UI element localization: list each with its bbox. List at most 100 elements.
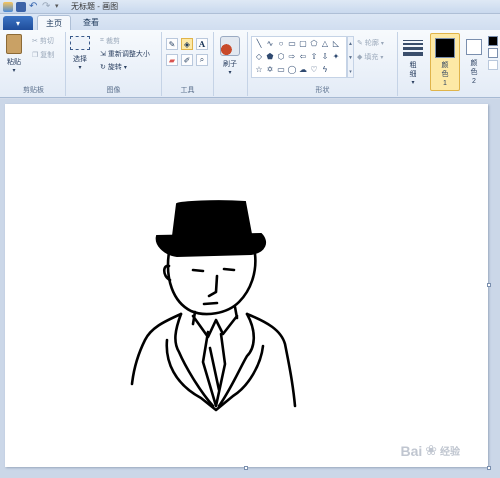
resize-label: 重新调整大小 (107, 51, 150, 58)
watermark: Bai ❀ 经验 (400, 442, 460, 459)
redo-icon[interactable]: ↷ (42, 1, 52, 12)
crop-button[interactable]: ⌗ 裁剪 (100, 36, 120, 46)
hexagon-shape-icon[interactable]: ⬡ (276, 52, 286, 61)
eraser-icon[interactable]: ▰ (166, 54, 178, 66)
paint-app-icon[interactable] (3, 1, 13, 12)
down-arrow-shape-icon[interactable]: ⇩ (320, 52, 330, 61)
four-point-star-shape-icon[interactable]: ✦ (331, 52, 341, 61)
curve-shape-icon[interactable]: ∿ (265, 39, 275, 48)
cut-button[interactable]: ✂ 剪切 (32, 36, 54, 46)
left-arrow-shape-icon[interactable]: ⇦ (298, 52, 308, 61)
drawing-canvas[interactable]: Bai ❀ 经验 (5, 104, 488, 467)
file-menu-label: ▾ (15, 18, 20, 28)
line-shape-icon[interactable]: ╲ (254, 39, 264, 48)
quick-access-toolbar: ↶ ↷ ▾ (0, 1, 65, 12)
rotate-icon: ↻ (100, 64, 106, 71)
tab-home-label: 主页 (46, 18, 62, 28)
ribbon-tabs: ▾ 主页 查看 (0, 14, 500, 30)
select-button[interactable]: 选择 ▾ (70, 36, 90, 71)
resize-handle-corner[interactable] (487, 466, 491, 470)
file-menu-button[interactable]: ▾ (3, 16, 33, 30)
cut-label: 剪切 (39, 38, 54, 45)
scissors-icon: ✂ (32, 38, 38, 45)
undo-icon[interactable]: ↶ (29, 1, 39, 12)
resize-handle-right[interactable] (487, 283, 491, 287)
tab-view-label: 查看 (83, 18, 99, 27)
polygon-shape-icon[interactable]: ⬠ (309, 39, 319, 48)
shapes-group: ╲ ∿ ○ ▭ ▢ ⬠ △ ◺ ◇ ⬟ ⬡ ⇨ ⇦ ⇧ ⇩ ✦ ☆ ✡ ▭ ◯ … (248, 32, 398, 96)
brushes-button[interactable]: 刷子 ▾ (220, 36, 240, 76)
color2-label: 颜色 2 (470, 60, 478, 85)
outline-button[interactable]: ✎ 轮廓 ▾ (357, 38, 384, 48)
fill-bucket-icon[interactable]: ◈ (181, 38, 193, 50)
diamond-shape-icon[interactable]: ◇ (254, 52, 264, 61)
gallery-expand-icon[interactable]: ▾ (348, 65, 353, 79)
six-point-star-shape-icon[interactable]: ✡ (265, 65, 275, 74)
five-point-star-shape-icon[interactable]: ☆ (254, 65, 264, 74)
oval-shape-icon[interactable]: ○ (276, 39, 286, 48)
brush-icon (220, 36, 240, 56)
window-title: 无标题 - 画图 (71, 2, 119, 11)
palette-swatch-white[interactable] (488, 48, 498, 58)
paw-icon: ❀ (425, 442, 437, 458)
up-arrow-shape-icon[interactable]: ⇧ (309, 52, 319, 61)
scroll-up-icon[interactable]: ▲ (348, 37, 353, 51)
paste-button[interactable]: 粘贴 ▾ (6, 34, 22, 74)
title-bar: ↶ ↷ ▾ 无标题 - 画图 (0, 0, 500, 14)
scroll-down-icon[interactable]: ▼ (348, 51, 353, 65)
pencil-icon[interactable]: ✎ (166, 38, 178, 50)
color2-swatch (466, 39, 482, 55)
shapes-scroll[interactable]: ▲ ▼ ▾ (347, 36, 354, 78)
ribbon: 粘贴 ▾ ✂ 剪切 ❐ 复制 剪贴板 选择 ▾ ⌗ 裁剪 ⇲ 重新调整大小 ↻ 旋转 ▾ 图… (0, 30, 500, 98)
right-arrow-shape-icon[interactable]: ⇨ (287, 52, 297, 61)
text-tool-icon[interactable]: A (196, 38, 208, 50)
cloud-callout-shape-icon[interactable]: ☁ (298, 65, 308, 74)
chevron-down-icon: ▾ (380, 40, 384, 47)
chevron-down-icon: ▾ (12, 68, 16, 74)
tools-group: ✎ ◈ A ▰ ✐ ⌕ 工具 (162, 32, 214, 96)
chevron-down-icon[interactable]: ▾ (55, 2, 65, 12)
rounded-callout-shape-icon[interactable]: ▭ (276, 65, 286, 74)
rectangle-shape-icon[interactable]: ▭ (287, 39, 297, 48)
tab-view[interactable]: 查看 (75, 15, 107, 30)
resize-handle-bottom[interactable] (244, 466, 248, 470)
lightning-shape-icon[interactable]: ϟ (320, 65, 330, 74)
size-label: 粗细 (409, 62, 417, 78)
crop-label: 裁剪 (105, 38, 120, 45)
magnifier-icon[interactable]: ⌕ (196, 54, 208, 66)
paste-label: 粘贴 (7, 59, 21, 66)
line-width-icon (403, 38, 423, 58)
pentagon-shape-icon[interactable]: ⬟ (265, 52, 275, 61)
color1-button[interactable]: 颜色 1 (430, 33, 460, 91)
outline-icon: ✎ (357, 40, 363, 47)
tools-group-label: 工具 (180, 87, 195, 94)
resize-icon: ⇲ (100, 51, 106, 58)
right-triangle-shape-icon[interactable]: ◺ (331, 39, 341, 48)
tab-home[interactable]: 主页 (37, 15, 71, 30)
brushes-group: 刷子 ▾ (214, 32, 248, 96)
save-icon[interactable] (16, 1, 26, 12)
rounded-rectangle-shape-icon[interactable]: ▢ (298, 39, 308, 48)
palette-swatch-empty[interactable] (488, 60, 498, 70)
outline-label: 轮廓 (364, 40, 379, 47)
copy-icon: ❐ (32, 52, 39, 59)
fill-button[interactable]: ◆ 填充 ▾ (357, 52, 383, 62)
size-group: 粗细 ▾ (398, 32, 428, 96)
palette-swatch-black[interactable] (488, 36, 498, 46)
fill-icon: ◆ (357, 54, 363, 61)
fill-label: 填充 (364, 54, 379, 61)
brushes-label: 刷子 (223, 61, 237, 68)
crop-icon: ⌗ (100, 37, 104, 44)
heart-shape-icon[interactable]: ♡ (309, 65, 319, 74)
color-picker-icon[interactable]: ✐ (181, 54, 193, 66)
color2-button[interactable]: 颜色 2 (462, 33, 486, 91)
rotate-button[interactable]: ↻ 旋转 ▾ (100, 62, 127, 72)
shapes-gallery[interactable]: ╲ ∿ ○ ▭ ▢ ⬠ △ ◺ ◇ ⬟ ⬡ ⇨ ⇦ ⇧ ⇩ ✦ ☆ ✡ ▭ ◯ … (251, 36, 347, 78)
image-group: 选择 ▾ ⌗ 裁剪 ⇲ 重新调整大小 ↻ 旋转 ▾ 图像 (66, 32, 162, 96)
text-tool-glyph: A (198, 39, 206, 49)
resize-button[interactable]: ⇲ 重新调整大小 (100, 49, 150, 59)
triangle-shape-icon[interactable]: △ (320, 39, 330, 48)
oval-callout-shape-icon[interactable]: ◯ (287, 65, 297, 74)
size-button[interactable]: 粗细 ▾ (402, 38, 424, 86)
copy-button[interactable]: ❐ 复制 (32, 50, 54, 60)
